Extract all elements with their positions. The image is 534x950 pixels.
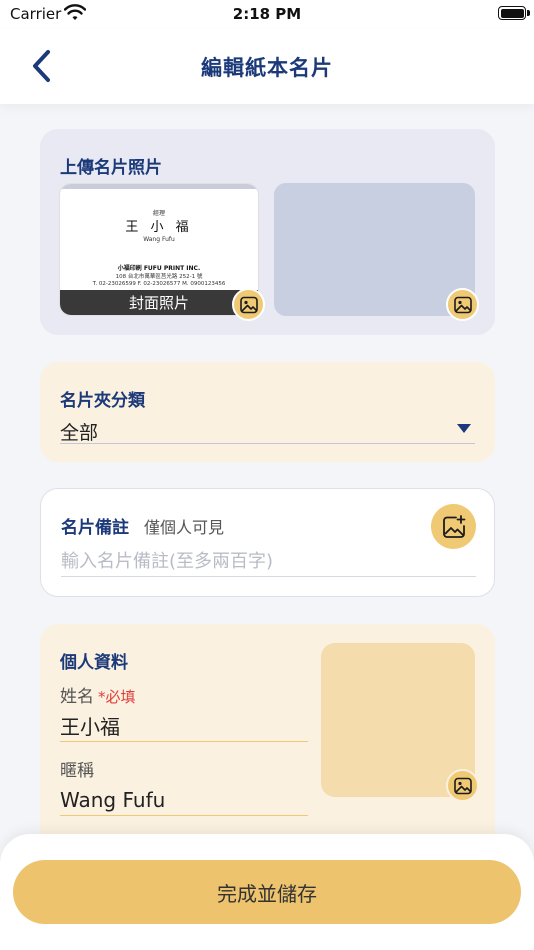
upload-photo-card: 上傳名片照片 經理 王 小 福 Wang Fufu 小福印刷 FUFU PRIN… [40, 129, 495, 335]
battery-icon [498, 6, 526, 20]
name-field-label: 姓名 *必填 [60, 682, 136, 707]
photo-top-strip [60, 184, 258, 189]
avatar-image-icon[interactable] [446, 769, 479, 802]
add-image-button[interactable] [431, 504, 476, 549]
folder-category-card: 名片夾分類 全部 [40, 362, 495, 462]
folder-category-select[interactable]: 全部 [60, 414, 475, 444]
battery-tip [527, 10, 530, 16]
back-photo-image-icon[interactable] [446, 288, 479, 321]
upload-title: 上傳名片照片 [60, 158, 162, 178]
clock: 2:18 PM [232, 5, 302, 23]
required-marker: *必填 [98, 688, 136, 706]
front-photo-caption: 封面照片 [128, 294, 189, 312]
add-image-icon [442, 514, 465, 538]
dropdown-triangle-icon [457, 424, 471, 433]
folder-selected-value: 全部 [60, 422, 99, 444]
name-label-text: 姓名 [60, 687, 94, 707]
nickname-field-label: 暱稱 [60, 761, 94, 781]
name-input[interactable] [60, 710, 308, 742]
bottom-action-bar: 完成並儲存 [0, 834, 534, 950]
card-phone: T. 02-23026599 F. 02-23026577 M. 0900123… [92, 281, 226, 287]
card-company: 小福印刷 FUFU PRINT INC. [117, 265, 201, 272]
nickname-input[interactable] [60, 784, 308, 816]
card-address: 108 台北市萬華區莒光路 252-1 號 [115, 274, 203, 280]
note-input[interactable] [61, 547, 476, 577]
personal-info-title: 個人資料 [60, 653, 128, 673]
status-bar: Carrier 2:18 PM [0, 0, 534, 30]
personal-info-card: 個人資料 姓名*必填 暱稱 國碼 [40, 624, 495, 864]
back-photo-placeholder[interactable] [274, 183, 475, 316]
navigation-bar: 編輯紙本名片 [0, 30, 534, 104]
note-visibility-hint: 僅個人可見 [144, 518, 225, 537]
card-note-card: 名片備註 僅個人可見 [40, 488, 495, 597]
page-title: 編輯紙本名片 [201, 56, 333, 80]
card-english-name: Wang Fufu [143, 236, 175, 243]
front-photo-image-icon[interactable] [232, 288, 265, 321]
folder-label: 名片夾分類 [60, 391, 145, 411]
note-label: 名片備註 [61, 518, 129, 538]
front-photo[interactable]: 經理 王 小 福 Wang Fufu 小福印刷 FUFU PRINT INC. … [59, 183, 259, 316]
card-name: 王 小 福 [125, 220, 193, 235]
save-button[interactable]: 完成並儲存 [13, 860, 521, 924]
